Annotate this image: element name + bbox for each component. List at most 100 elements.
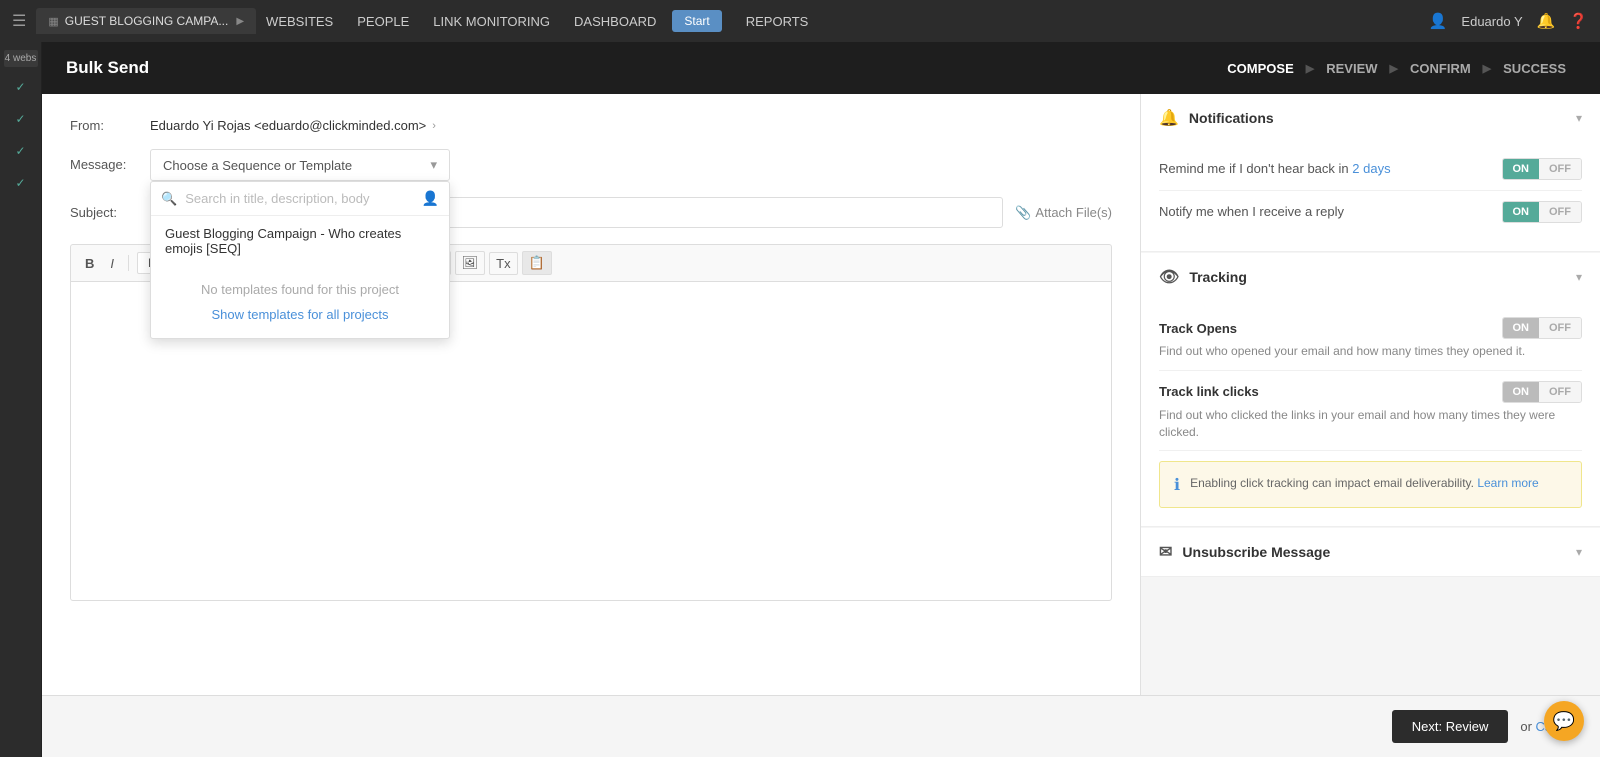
chat-bubble-button[interactable]: 💬 — [1544, 701, 1584, 741]
learn-more-link[interactable]: Learn more — [1477, 476, 1538, 490]
dropdown-placeholder: Choose a Sequence or Template — [163, 158, 352, 173]
reply-toggle-on[interactable]: ON — [1503, 202, 1540, 222]
next-review-button[interactable]: Next: Review — [1392, 710, 1509, 743]
attach-btn-label: Attach File(s) — [1035, 205, 1112, 220]
help-icon[interactable]: ❓ — [1569, 12, 1588, 30]
checkbox-icon-2: ✓ — [15, 112, 25, 126]
search-icon: 🔍 — [161, 191, 177, 207]
warning-message: Enabling click tracking can impact email… — [1190, 476, 1474, 490]
reply-notify-label: Notify me when I receive a reply — [1159, 204, 1344, 219]
dropdown-search-row: 🔍 👤 — [151, 182, 449, 216]
tracking-icon: 👁 — [1159, 267, 1179, 287]
track-opens-header: Track Opens ON OFF — [1159, 317, 1582, 339]
warning-text-content: Enabling click tracking can impact email… — [1190, 474, 1539, 492]
notifications-header[interactable]: 🔔 Notifications ▾ — [1141, 94, 1600, 142]
unsubscribe-header[interactable]: ✉ Unsubscribe Message ▾ — [1141, 528, 1600, 576]
step-success-label: SUCCESS — [1503, 61, 1566, 76]
dropdown-chevron-icon: ▾ — [430, 157, 437, 173]
step-arrow-2: ▶ — [1390, 62, 1398, 75]
people-icon[interactable]: 👤 — [422, 190, 439, 207]
remind-toggle-off[interactable]: OFF — [1539, 159, 1581, 179]
sequence-search-input[interactable] — [185, 191, 413, 206]
from-row: From: Eduardo Yi Rojas <eduardo@clickmin… — [70, 118, 1112, 133]
main-area: Bulk Send COMPOSE ▶ REVIEW ▶ CONFIRM ▶ S… — [42, 42, 1600, 757]
notifications-body: Remind me if I don't hear back in 2 days… — [1141, 142, 1600, 251]
step-compose-label: COMPOSE — [1227, 61, 1293, 76]
attach-files-button[interactable]: 📎 Attach File(s) — [1015, 205, 1112, 221]
sequence-item[interactable]: Guest Blogging Campaign - Who creates em… — [151, 216, 449, 266]
hamburger-icon[interactable]: ☰ — [12, 11, 26, 31]
bold-button[interactable]: B — [79, 253, 100, 274]
italic-button[interactable]: I — [104, 253, 120, 274]
sidebar-item-2[interactable]: ✓ — [4, 105, 38, 133]
step-arrow-3: ▶ — [1483, 62, 1491, 75]
clear-format-button[interactable]: Tx — [489, 252, 517, 275]
from-email: Eduardo Yi Rojas <eduardo@clickminded.co… — [150, 118, 426, 133]
notifications-icon[interactable]: 🔔 — [1537, 12, 1556, 30]
wizard-steps: COMPOSE ▶ REVIEW ▶ CONFIRM ▶ SUCCESS — [1217, 61, 1576, 76]
sequence-dropdown-trigger[interactable]: Choose a Sequence or Template ▾ — [150, 149, 450, 181]
reply-toggle[interactable]: ON OFF — [1502, 201, 1583, 223]
sequence-item-label: Guest Blogging Campaign - Who creates em… — [165, 226, 401, 256]
clear-format-icon: Tx — [496, 256, 510, 271]
tracking-header[interactable]: 👁 Tracking ▾ — [1141, 253, 1600, 301]
layout: 4 webs ✓ ✓ ✓ ✓ Bulk Send COMPOSE ▶ REVIE… — [0, 42, 1600, 757]
nav-people[interactable]: PEOPLE — [357, 14, 409, 29]
tab-arrow-icon: ▶ — [236, 16, 244, 27]
nav-reports[interactable]: REPORTS — [746, 14, 809, 29]
nav-websites[interactable]: WEBSITES — [266, 14, 333, 29]
track-opens-title: Track Opens — [1159, 321, 1237, 336]
tracking-body: Track Opens ON OFF Find out who opened y… — [1141, 301, 1600, 526]
tracking-chevron-icon: ▾ — [1576, 270, 1582, 284]
campaign-tab[interactable]: ▦ GUEST BLOGGING CAMPA... ▶ — [36, 8, 256, 34]
sidebar-item-3[interactable]: ✓ — [4, 137, 38, 165]
track-clicks-toggle-off[interactable]: OFF — [1539, 382, 1581, 402]
sidebar-item-4[interactable]: ✓ — [4, 169, 38, 197]
tracking-section: 👁 Tracking ▾ Track Opens ON OFF — [1141, 253, 1600, 527]
step-success: SUCCESS — [1493, 61, 1576, 76]
track-clicks-toggle-on[interactable]: ON — [1503, 382, 1540, 402]
paste-icon: 📋 — [529, 255, 545, 270]
from-value[interactable]: Eduardo Yi Rojas <eduardo@clickminded.co… — [150, 118, 436, 133]
reply-notify-text: Notify me when I receive a reply — [1159, 203, 1344, 221]
checkbox-icon-3: ✓ — [15, 144, 25, 158]
unsubscribe-title: Unsubscribe Message — [1182, 544, 1330, 560]
sequence-dropdown-wrapper: Choose a Sequence or Template ▾ 🔍 👤 — [150, 149, 450, 181]
campaign-icon: ▦ — [48, 15, 58, 28]
days-link[interactable]: 2 days — [1352, 161, 1390, 176]
from-chevron-icon: › — [432, 120, 436, 132]
step-review-label: REVIEW — [1326, 61, 1377, 76]
reply-toggle-off[interactable]: OFF — [1539, 202, 1581, 222]
italic-icon: I — [110, 256, 114, 271]
top-nav: ☰ ▦ GUEST BLOGGING CAMPA... ▶ WEBSITES P… — [0, 0, 1600, 42]
track-clicks-toggle[interactable]: ON OFF — [1502, 381, 1583, 403]
remind-toggle[interactable]: ON OFF — [1502, 158, 1583, 180]
step-review: REVIEW — [1316, 61, 1387, 76]
tracking-title-group: 👁 Tracking — [1159, 267, 1247, 287]
tracking-title: Tracking — [1189, 269, 1247, 285]
right-icons: 👤 Eduardo Y 🔔 ❓ — [1429, 12, 1588, 30]
track-opens-toggle[interactable]: ON OFF — [1502, 317, 1583, 339]
track-clicks-title: Track link clicks — [1159, 384, 1259, 399]
track-opens-toggle-off[interactable]: OFF — [1539, 318, 1581, 338]
step-arrow-1: ▶ — [1306, 62, 1314, 75]
sidebar-item-1[interactable]: ✓ — [4, 73, 38, 101]
remind-toggle-on[interactable]: ON — [1503, 159, 1540, 179]
notifications-section: 🔔 Notifications ▾ Remind me if I don't h… — [1141, 94, 1600, 252]
unsubscribe-title-group: ✉ Unsubscribe Message — [1159, 542, 1330, 562]
unsubscribe-icon: ✉ — [1159, 542, 1172, 562]
start-button[interactable]: Start — [672, 10, 721, 32]
avatar-icon[interactable]: 👤 — [1429, 12, 1448, 30]
track-opens-toggle-on[interactable]: ON — [1503, 318, 1540, 338]
unsubscribe-section: ✉ Unsubscribe Message ▾ — [1141, 528, 1600, 577]
user-name[interactable]: Eduardo Y — [1461, 14, 1522, 29]
show-all-templates-link[interactable]: Show templates for all projects — [151, 303, 449, 330]
unsubscribe-chevron-icon: ▾ — [1576, 545, 1582, 559]
nav-links: WEBSITES PEOPLE LINK MONITORING DASHBOAR… — [266, 10, 808, 32]
bulk-send-title: Bulk Send — [66, 58, 149, 78]
paste-button[interactable]: 📋 — [522, 251, 552, 275]
image-button[interactable]: 🖼 — [455, 251, 486, 275]
nav-dashboard[interactable]: DASHBOARD — [574, 14, 656, 29]
bulk-footer: Next: Review or Cancel — [42, 695, 1600, 757]
nav-link-monitoring[interactable]: LINK MONITORING — [433, 14, 550, 29]
